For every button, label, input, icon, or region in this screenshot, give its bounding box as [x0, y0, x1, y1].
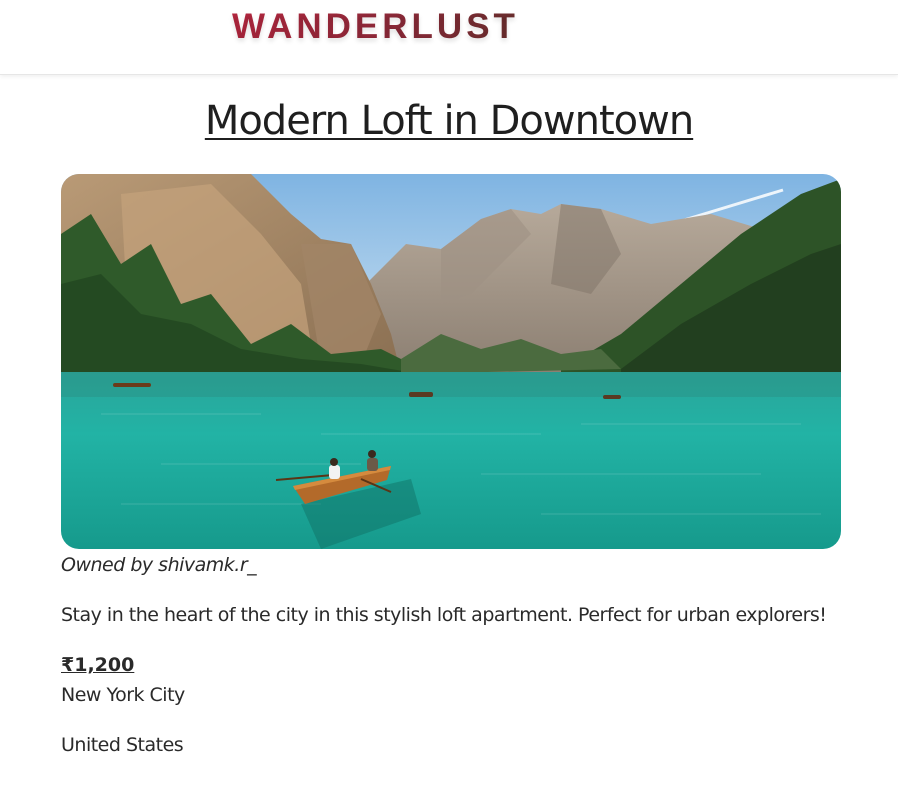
listing-location: New York City [61, 684, 185, 706]
brand-logo[interactable]: WANDERLUST [232, 6, 519, 48]
listing-country: United States [61, 734, 184, 756]
listing-price: ₹1,200 [61, 654, 135, 676]
listing-title: Modern Loft in Downtown [204, 98, 694, 144]
listing-owner: Owned by shivamk.r_ [61, 554, 257, 576]
listing-image [61, 174, 841, 549]
navbar: WANDERLUST [0, 0, 898, 75]
listing-description: Stay in the heart of the city in this st… [61, 604, 827, 626]
